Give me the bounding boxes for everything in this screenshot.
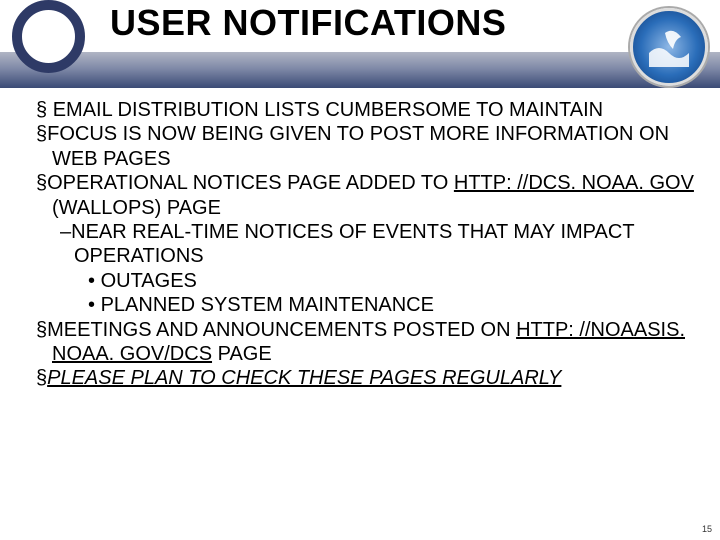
slide-header: USER NOTIFICATIONS: [0, 0, 720, 90]
sub-sub-bullet-item: • OUTAGES: [68, 269, 700, 293]
section-mark-icon: §: [36, 99, 47, 121]
bullet-text: OPERATIONAL NOTICES PAGE ADDED TO: [47, 172, 454, 194]
bullet-text: EMAIL DISTRIBUTION LISTS CUMBERSOME TO M…: [53, 99, 603, 121]
bullet-text: OUTAGES: [101, 270, 197, 292]
dash-icon: –: [60, 221, 71, 243]
sub-sub-bullet-item: • PLANNED SYSTEM MAINTENANCE: [68, 293, 700, 317]
header-gradient-bar: [0, 52, 720, 88]
bullet-text: NEAR REAL-TIME NOTICES OF EVENTS THAT MA…: [71, 221, 634, 267]
section-mark-icon: §: [36, 123, 47, 145]
section-mark-icon: §: [36, 172, 47, 194]
bullet-item: §MEETINGS AND ANNOUNCEMENTS POSTED ON HT…: [20, 318, 700, 367]
bullet-item: §PLEASE PLAN TO CHECK THESE PAGES REGULA…: [20, 366, 700, 390]
sub-bullet-item: –NEAR REAL-TIME NOTICES OF EVENTS THAT M…: [40, 220, 700, 269]
link-text: HTTP: //DCS. NOAA. GOV: [454, 172, 694, 194]
bullet-text-emphasis: PLEASE PLAN TO CHECK THESE PAGES REGULAR…: [47, 367, 561, 389]
bullet-text: (WALLOPS) PAGE: [52, 197, 221, 219]
bullet-item: §OPERATIONAL NOTICES PAGE ADDED TO HTTP:…: [20, 171, 700, 220]
section-mark-icon: §: [36, 367, 47, 389]
bullet-text: PAGE: [212, 343, 272, 365]
dot-icon: •: [88, 270, 95, 292]
bullet-text: FOCUS IS NOW BEING GIVEN TO POST MORE IN…: [47, 123, 669, 169]
section-mark-icon: §: [36, 319, 47, 341]
noaa-logo-icon: [630, 8, 708, 86]
dot-icon: •: [88, 294, 95, 316]
page-number: 15: [702, 524, 712, 534]
bullet-item: §FOCUS IS NOW BEING GIVEN TO POST MORE I…: [20, 122, 700, 171]
bullet-text: PLANNED SYSTEM MAINTENANCE: [101, 294, 434, 316]
circle-decoration-icon: [12, 0, 85, 73]
bullet-item: § EMAIL DISTRIBUTION LISTS CUMBERSOME TO…: [20, 98, 700, 122]
slide-body: § EMAIL DISTRIBUTION LISTS CUMBERSOME TO…: [20, 98, 700, 391]
slide-title: USER NOTIFICATIONS: [110, 2, 506, 44]
bullet-text: MEETINGS AND ANNOUNCEMENTS POSTED ON: [47, 319, 516, 341]
